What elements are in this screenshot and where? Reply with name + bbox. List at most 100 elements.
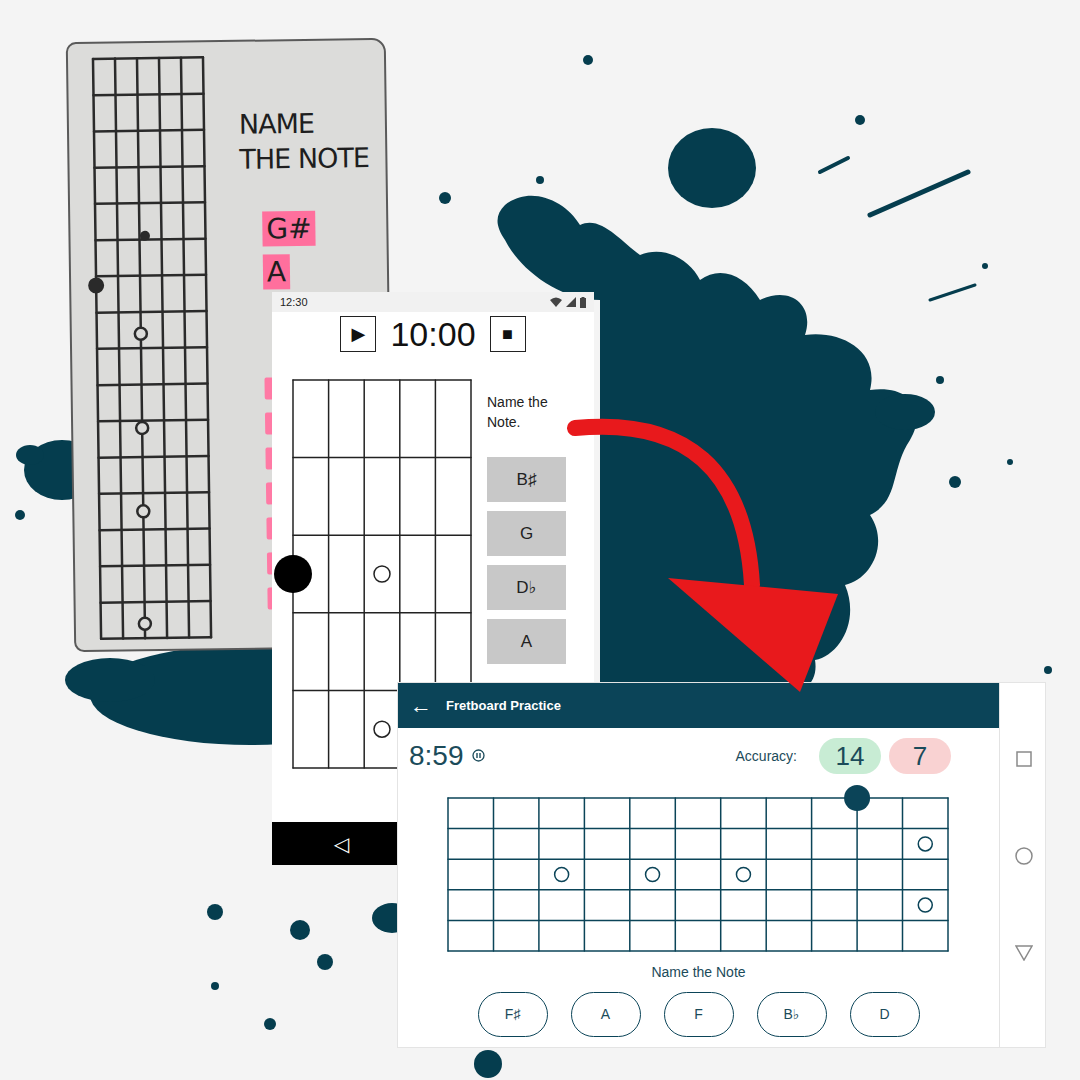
stop-button[interactable]: ■ bbox=[490, 316, 526, 352]
fret-line bbox=[448, 797, 948, 799]
answer-options: F♯ AF B♭ D bbox=[398, 992, 999, 1037]
wifi-icon bbox=[550, 297, 562, 307]
answer-button[interactable]: A bbox=[571, 992, 641, 1037]
status-icons bbox=[550, 297, 586, 308]
fret-line bbox=[98, 420, 208, 422]
answer-button[interactable]: G bbox=[487, 511, 566, 556]
fret-line bbox=[100, 565, 210, 567]
answer-button[interactable]: D bbox=[850, 992, 920, 1037]
fret-line bbox=[293, 612, 471, 614]
fret-line bbox=[97, 311, 207, 313]
fret-line bbox=[98, 384, 208, 386]
string-line bbox=[538, 798, 540, 951]
app-screen: ← Fretboard Practice 8:59 Accuracy: 14 7 bbox=[397, 682, 1046, 1048]
app-fretboard bbox=[448, 798, 948, 951]
string-line bbox=[765, 798, 767, 951]
overview-square-icon[interactable] bbox=[1016, 751, 1032, 767]
back-button[interactable]: ◁ bbox=[334, 829, 349, 859]
fret-line bbox=[93, 94, 203, 96]
app-bar: ← Fretboard Practice bbox=[398, 683, 999, 728]
status-bar: 12:30 bbox=[272, 292, 594, 312]
timer-group: 8:59 bbox=[409, 741, 485, 772]
string-line bbox=[629, 798, 631, 951]
fret-line bbox=[95, 166, 205, 168]
string-line bbox=[811, 798, 813, 951]
fret-marker bbox=[844, 785, 870, 811]
sketch-answer: G# bbox=[262, 211, 316, 247]
fret-line bbox=[96, 275, 206, 277]
answer-button[interactable]: B♭ bbox=[757, 992, 827, 1037]
string-line bbox=[720, 798, 722, 951]
string-line bbox=[856, 798, 858, 951]
answer-button[interactable]: F♯ bbox=[478, 992, 548, 1037]
string-line bbox=[328, 380, 330, 768]
play-button[interactable]: ▶ bbox=[340, 316, 376, 352]
fret-marker bbox=[137, 505, 149, 517]
app-title: Fretboard Practice bbox=[446, 696, 561, 716]
timer: 10:00 bbox=[386, 317, 479, 351]
pause-icon[interactable] bbox=[472, 749, 485, 762]
fret-line bbox=[293, 379, 471, 381]
answer-button[interactable]: A bbox=[487, 619, 566, 664]
string-line bbox=[584, 798, 586, 951]
fret-marker bbox=[918, 898, 932, 912]
status-time: 12:30 bbox=[280, 294, 308, 311]
string-line bbox=[902, 798, 904, 951]
collage: NAMETHE NOTE G# A 12:30 ▶ 10:00 bbox=[0, 0, 1080, 1080]
fret-line bbox=[101, 637, 211, 639]
accuracy-group: Accuracy: 14 7 bbox=[736, 738, 951, 774]
sketch-fretboard bbox=[93, 57, 211, 638]
fret-line bbox=[99, 492, 209, 494]
back-button[interactable]: ← bbox=[410, 695, 432, 717]
fret-marker bbox=[555, 868, 569, 882]
fret-line bbox=[97, 347, 207, 349]
fret-line bbox=[95, 202, 205, 204]
answer-button[interactable]: B♯ bbox=[487, 457, 566, 502]
fret-line bbox=[101, 601, 211, 603]
fret-marker bbox=[135, 328, 147, 340]
fret-line bbox=[100, 529, 210, 531]
timer: 8:59 bbox=[409, 741, 464, 772]
sketch-answer: A bbox=[263, 254, 291, 289]
fret-line bbox=[448, 858, 948, 860]
sketch-title-line: NAME bbox=[239, 105, 369, 142]
fret-line bbox=[94, 130, 204, 132]
fret-marker bbox=[374, 721, 390, 737]
fret-marker bbox=[918, 837, 932, 851]
answer-button[interactable]: D♭ bbox=[487, 565, 566, 610]
sketch-title: NAMETHE NOTE bbox=[239, 105, 369, 177]
fret-line bbox=[99, 456, 209, 458]
back-triangle-icon[interactable] bbox=[1015, 945, 1033, 961]
fret-line bbox=[93, 57, 203, 59]
fret-line bbox=[448, 920, 948, 922]
fret-marker bbox=[274, 555, 312, 593]
string-line bbox=[447, 798, 449, 951]
timer-controls: ▶ 10:00 ■ bbox=[272, 316, 594, 352]
fret-marker bbox=[374, 566, 390, 582]
fret-line bbox=[96, 239, 206, 241]
fret-line bbox=[448, 889, 948, 891]
sketch-title-line: THE NOTE bbox=[239, 140, 369, 177]
string-line bbox=[363, 380, 365, 768]
fret-marker bbox=[140, 231, 150, 241]
wrong-count: 7 bbox=[889, 738, 951, 774]
home-circle-icon[interactable] bbox=[1015, 847, 1033, 865]
fret-marker bbox=[736, 868, 750, 882]
string-line bbox=[493, 798, 495, 951]
fret-line bbox=[448, 950, 948, 952]
answer-button[interactable]: F bbox=[664, 992, 734, 1037]
fret-marker bbox=[646, 868, 660, 882]
app-main: ← Fretboard Practice 8:59 Accuracy: 14 7 bbox=[398, 683, 999, 1047]
prompt: Name the Note bbox=[398, 963, 999, 981]
signal-icon bbox=[566, 297, 576, 307]
fret-line bbox=[293, 534, 471, 536]
accuracy-label: Accuracy: bbox=[736, 746, 797, 767]
fret-line bbox=[448, 828, 948, 830]
fret-marker bbox=[139, 618, 151, 630]
fret-marker bbox=[136, 422, 148, 434]
score-row: 8:59 Accuracy: 14 7 bbox=[398, 728, 999, 774]
fret-line bbox=[293, 457, 471, 459]
prompt: Name the Note. bbox=[487, 380, 566, 440]
sketch-answers: G# A bbox=[262, 211, 316, 290]
string-line bbox=[947, 798, 949, 951]
